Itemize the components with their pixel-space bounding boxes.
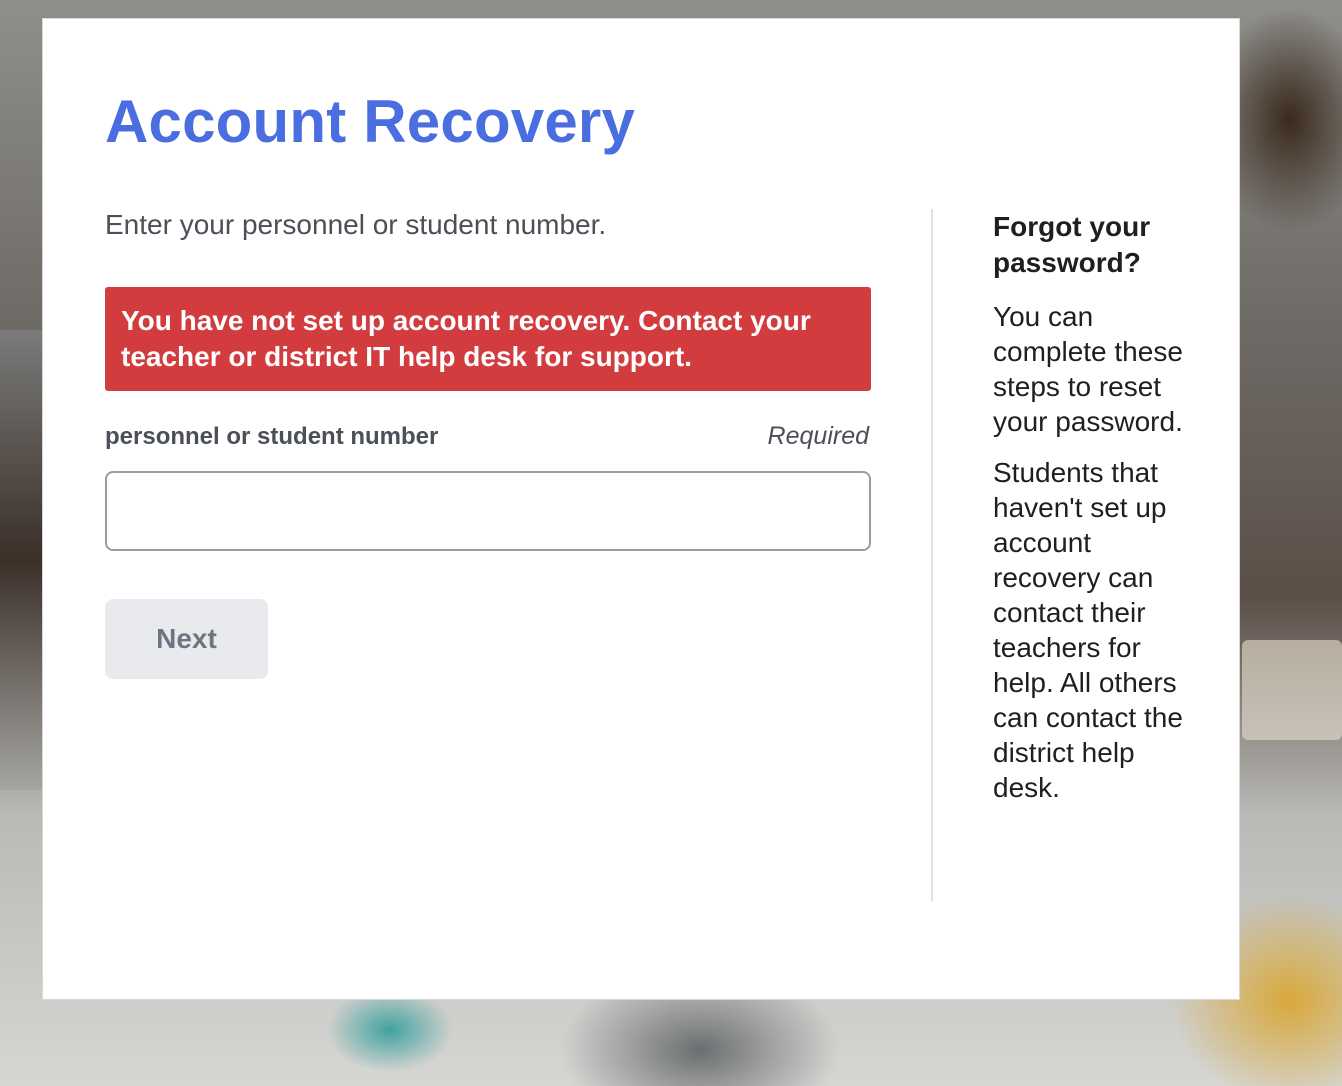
next-button[interactable]: Next [105, 599, 268, 679]
instruction-text: Enter your personnel or student number. [105, 209, 607, 240]
help-paragraph: You can complete these steps to reset yo… [993, 301, 1183, 437]
help-heading: Forgot your password? [993, 211, 1151, 278]
student-number-label: personnel or student number [105, 423, 439, 450]
help-paragraph: Students that haven't set up account rec… [993, 457, 1183, 803]
required-indicator: Required [767, 422, 869, 450]
error-alert: You have not set up account recovery. Co… [105, 287, 871, 391]
page-title: Account Recovery [105, 88, 636, 155]
background-shape [0, 330, 44, 790]
student-number-input[interactable] [105, 471, 871, 551]
column-divider [931, 209, 933, 901]
account-recovery-card: Account Recovery Enter your personnel or… [42, 18, 1240, 1000]
background-shape [1242, 640, 1342, 740]
help-sidebar: Forgot your password? You can complete t… [993, 209, 1193, 821]
error-alert-message: You have not set up account recovery. Co… [121, 305, 811, 372]
